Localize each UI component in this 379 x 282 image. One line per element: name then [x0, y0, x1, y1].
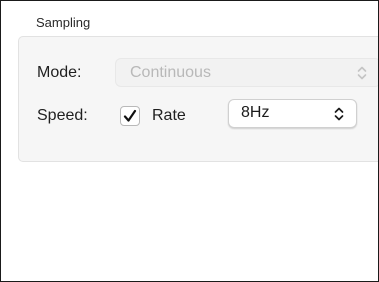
group-title: Sampling: [36, 15, 91, 30]
window-frame: Sampling Mode: Continuous Speed: Rate 8H…: [0, 0, 379, 282]
chevron-up-down-icon: [334, 107, 344, 121]
rate-checkbox-label[interactable]: Rate: [152, 107, 186, 125]
mode-label: Mode:: [37, 64, 82, 81]
chevron-up-down-icon: [357, 66, 367, 80]
rate-popup-value: 8Hz: [241, 104, 270, 121]
checkmark-icon: [123, 109, 137, 122]
mode-popup-button: Continuous: [115, 58, 378, 87]
mode-popup-value: Continuous: [130, 64, 211, 81]
rate-checkbox[interactable]: [120, 106, 140, 126]
speed-label: Speed:: [37, 107, 88, 124]
rate-popup-button[interactable]: 8Hz: [228, 99, 357, 128]
